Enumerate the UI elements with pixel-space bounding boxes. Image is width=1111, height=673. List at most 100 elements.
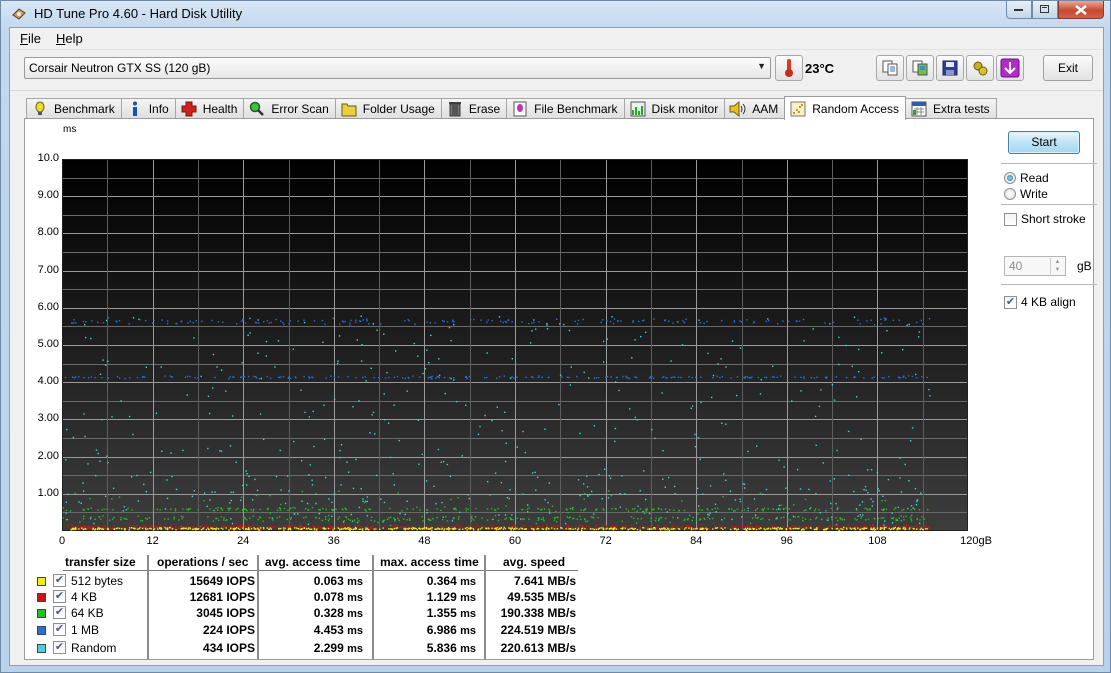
read-radio[interactable]: Read xyxy=(1004,171,1049,185)
menu-file[interactable]: File xyxy=(20,31,41,46)
data-point xyxy=(136,525,138,527)
maximize-button[interactable] xyxy=(1032,1,1058,19)
copy-screenshot-button[interactable] xyxy=(906,55,934,81)
data-point xyxy=(489,494,491,496)
data-point xyxy=(92,526,94,528)
data-point xyxy=(234,528,237,530)
series-visible-checkbox[interactable]: ✔ xyxy=(53,623,66,636)
max-unit: ms xyxy=(460,592,476,604)
short-stroke-size-input[interactable]: 40 ▲ ▼ xyxy=(1004,256,1066,276)
data-point xyxy=(857,515,859,517)
data-point xyxy=(503,526,505,529)
data-point xyxy=(583,492,586,495)
data-point xyxy=(230,527,232,530)
data-point xyxy=(243,376,246,378)
series-visible-checkbox[interactable]: ✔ xyxy=(53,606,66,619)
data-point xyxy=(220,450,223,452)
avg-number: 0.078 xyxy=(313,590,344,604)
data-point xyxy=(865,527,868,529)
data-point xyxy=(448,529,450,531)
max-unit: ms xyxy=(460,643,476,655)
data-point xyxy=(205,525,208,527)
align-4kb-check[interactable]: ✔ xyxy=(1004,295,1017,309)
series-visible-checkbox[interactable]: ✔ xyxy=(53,574,66,587)
data-point xyxy=(304,508,307,510)
data-point xyxy=(254,478,256,481)
menu-help[interactable]: Help xyxy=(56,31,83,46)
radio-read[interactable] xyxy=(1004,172,1016,184)
minimize-button[interactable] xyxy=(1006,1,1032,19)
data-point xyxy=(121,528,123,530)
tab-info[interactable]: Info xyxy=(120,98,176,119)
data-point xyxy=(529,342,532,344)
write-radio[interactable]: Write xyxy=(1004,187,1048,201)
data-point xyxy=(557,524,559,526)
data-point xyxy=(802,318,805,321)
temperature-button[interactable] xyxy=(775,55,803,81)
data-point xyxy=(756,525,758,527)
data-point xyxy=(101,376,103,379)
radio-write[interactable] xyxy=(1004,188,1016,200)
data-point xyxy=(232,491,234,493)
data-point xyxy=(883,528,885,531)
data-point xyxy=(530,525,532,528)
data-point xyxy=(672,322,674,324)
data-point xyxy=(246,473,248,475)
series-visible-checkbox[interactable]: ✔ xyxy=(53,590,66,603)
data-point xyxy=(526,508,529,510)
data-point xyxy=(491,420,493,422)
tab-error-scan[interactable]: Error Scan xyxy=(243,98,336,119)
data-point xyxy=(883,377,885,379)
data-point xyxy=(499,528,502,530)
data-point xyxy=(450,377,452,380)
data-point xyxy=(157,528,159,531)
exit-button[interactable]: Exit xyxy=(1043,55,1093,81)
title-bar[interactable]: HD Tune Pro 4.60 - Hard Disk Utility xyxy=(1,1,1110,27)
short-stroke-checkbox[interactable]: Short stroke xyxy=(1004,212,1086,226)
data-point xyxy=(688,527,690,529)
data-point xyxy=(776,526,778,528)
data-point xyxy=(393,484,395,486)
tab-file-benchmark[interactable]: File Benchmark xyxy=(506,98,625,119)
data-point xyxy=(889,528,892,531)
data-point xyxy=(549,526,551,528)
data-point xyxy=(926,376,928,379)
tab-aam[interactable]: AAM xyxy=(724,98,786,119)
tab-random-access[interactable]: Random Access xyxy=(784,96,906,120)
tab-extra-tests[interactable]: Extra tests xyxy=(904,98,997,119)
align-4kb-checkbox[interactable]: ✔ 4 KB align xyxy=(1004,295,1076,309)
tab-health[interactable]: Health xyxy=(174,98,245,119)
data-point xyxy=(102,525,104,527)
tab-benchmark[interactable]: Benchmark xyxy=(26,98,122,119)
data-point xyxy=(654,520,657,522)
series-visible-checkbox[interactable]: ✔ xyxy=(53,641,66,654)
close-button[interactable] xyxy=(1058,1,1104,19)
data-point xyxy=(580,518,582,521)
speed-number: 190.338 xyxy=(500,606,544,620)
copy-text-button[interactable] xyxy=(876,55,904,81)
data-point xyxy=(371,528,373,530)
data-point xyxy=(516,517,518,520)
short-stroke-check[interactable] xyxy=(1004,212,1017,226)
data-point xyxy=(505,505,507,507)
data-point xyxy=(546,328,549,330)
drive-select[interactable]: Corsair Neutron GTX SS (120 gB) ▼ xyxy=(24,57,771,79)
tab-disk-monitor[interactable]: Disk monitor xyxy=(623,98,726,119)
data-point xyxy=(722,528,724,530)
data-point xyxy=(97,321,99,324)
save-button[interactable] xyxy=(936,55,964,81)
data-point xyxy=(512,518,514,521)
data-point xyxy=(536,525,538,528)
spin-buttons[interactable]: ▲ ▼ xyxy=(1050,258,1064,274)
options-button[interactable] xyxy=(966,55,994,81)
download-button[interactable] xyxy=(996,55,1024,81)
data-point xyxy=(343,520,345,522)
data-point xyxy=(505,517,508,519)
start-button[interactable]: Start xyxy=(1008,131,1080,154)
data-point xyxy=(881,509,883,511)
tab-folder-usage[interactable]: Folder Usage xyxy=(334,98,442,119)
tab-erase[interactable]: Erase xyxy=(440,98,508,119)
data-point xyxy=(674,376,676,378)
data-point xyxy=(200,375,202,378)
data-point xyxy=(212,353,215,356)
